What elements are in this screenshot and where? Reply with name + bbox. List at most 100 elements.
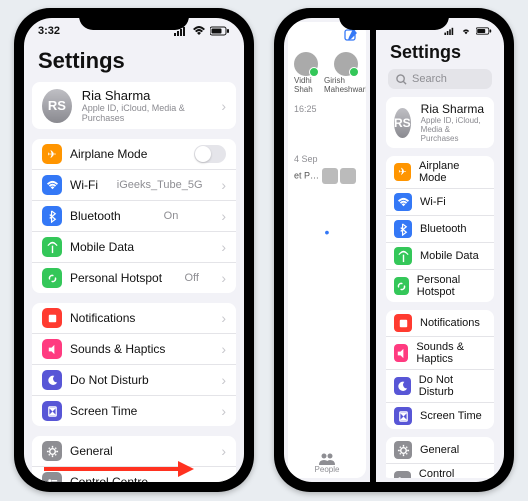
row-label: Mobile Data (70, 240, 134, 254)
settings-row-mobiledata[interactable]: Mobile Data › (32, 232, 236, 263)
tab-people[interactable]: People (315, 453, 340, 474)
screentime-icon (42, 401, 62, 421)
row-label: Wi-Fi (420, 196, 446, 208)
settings-group-general: GeneralControl CentreAADisplay & Brightn… (386, 437, 494, 478)
settings-row-dnd[interactable]: Do Not Disturb› (32, 365, 236, 396)
settings-row-mobiledata[interactable]: Mobile Data (386, 243, 494, 270)
notifications-icon (394, 314, 412, 332)
settings-row-hotspot[interactable]: Personal HotspotOff› (32, 263, 236, 293)
mobiledata-icon (394, 247, 412, 265)
message-snippet: 4 Sep et P… (288, 114, 366, 184)
settings-group-notify: Notifications › Sounds & Haptics›Do Not Di… (32, 303, 236, 426)
screentime-icon (394, 407, 412, 425)
settings-row-controlcentre[interactable]: Control Centre (386, 464, 494, 478)
wifi-status-icon (460, 27, 472, 35)
search-icon (396, 74, 407, 85)
thumbnail (340, 168, 356, 184)
card-gap (370, 18, 376, 482)
settings-group-network: ✈Airplane ModeWi-FiiGeeks_Tube_5G›Blueto… (32, 139, 236, 293)
contact-name: Girish Maheshwari (324, 76, 366, 94)
settings-row-sounds[interactable]: Sounds & Haptics› (32, 334, 236, 365)
settings-row-airplane[interactable]: ✈ Airplane Mode (32, 139, 236, 170)
settings-row-screentime[interactable]: Screen Time › (32, 396, 236, 426)
general-icon (42, 441, 62, 461)
settings-row-notifications[interactable]: Notifications › (32, 303, 236, 334)
hotspot-icon (394, 277, 409, 295)
settings-row-controlcentre[interactable]: Control Centre› (32, 467, 236, 482)
settings-row-wifi[interactable]: Wi-FiiGeeks_Tube_5G› (32, 170, 236, 201)
contact-item[interactable]: Vidhi Shah (294, 52, 318, 94)
settings-row-bluetooth[interactable]: Bluetooth (386, 216, 494, 243)
settings-row-wifi[interactable]: Wi-Fi (386, 189, 494, 216)
sounds-icon (394, 344, 408, 362)
row-label: Sounds & Haptics (416, 341, 486, 365)
settings-group-network: ✈ Airplane Mode Wi-Fi BluetoothMobile Data P… (386, 156, 494, 302)
account-sub: Apple ID, iCloud, Media & Purchases (421, 116, 486, 143)
notch (339, 8, 449, 30)
settings-row-sounds[interactable]: Sounds & Haptics (386, 337, 494, 370)
account-row[interactable]: RS Ria Sharma Apple ID, iCloud, Media & … (32, 82, 236, 129)
contact-name: Vidhi Shah (294, 76, 318, 94)
bluetooth-icon (42, 206, 62, 226)
general-icon (394, 441, 412, 459)
compose-icon[interactable] (344, 28, 358, 45)
chevron-right-icon: › (221, 310, 226, 326)
account-name: Ria Sharma (82, 88, 212, 103)
messages-card[interactable]: Vidhi Shah Girish Maheshwari 16:25 4 Sep… (288, 22, 366, 478)
row-label: Screen Time (420, 410, 482, 422)
battery-icon (476, 27, 492, 35)
row-value: Off (184, 272, 198, 284)
settings-row-dnd[interactable]: Do Not Disturb (386, 370, 494, 403)
search-input[interactable]: Search (388, 69, 492, 89)
chevron-right-icon: › (221, 403, 226, 419)
row-label: Airplane Mode (419, 160, 486, 184)
row-label: Notifications (420, 317, 480, 329)
settings-row-screentime[interactable]: Screen Time (386, 403, 494, 429)
row-label: Airplane Mode (70, 147, 147, 161)
app-switcher-screen: Vidhi Shah Girish Maheshwari 16:25 4 Sep… (284, 18, 504, 482)
message-time: 16:25 (288, 94, 366, 114)
toggle[interactable] (194, 145, 226, 163)
row-label: Bluetooth (70, 209, 121, 223)
settings-row-bluetooth[interactable]: BluetoothOn› (32, 201, 236, 232)
row-label: General (70, 444, 113, 458)
wifi-icon (42, 175, 62, 195)
chevron-right-icon: › (221, 98, 226, 114)
settings-row-airplane[interactable]: ✈ Airplane Mode (386, 156, 494, 189)
row-value: iGeeks_Tube_5G (117, 179, 203, 191)
wifi-status-icon (192, 26, 206, 36)
settings-group-general: General›Control Centre›AADisplay & Brigh… (32, 436, 236, 482)
contact-avatar (334, 52, 358, 76)
dnd-icon (394, 377, 411, 395)
row-label: General (420, 444, 459, 456)
chevron-right-icon: › (221, 372, 226, 388)
airplane-icon: ✈ (42, 144, 62, 164)
chevron-right-icon: › (221, 177, 226, 193)
airplane-icon: ✈ (394, 163, 411, 181)
settings-row-general[interactable]: General› (32, 436, 236, 467)
settings-row-notifications[interactable]: Notifications (386, 310, 494, 337)
contact-avatar (294, 52, 318, 76)
wifi-icon (394, 193, 412, 211)
row-label: Notifications (70, 311, 135, 325)
settings-screen: 3:32 Settings RS Ria Sharma Apple ID, iC… (24, 18, 244, 482)
bluetooth-icon (394, 220, 412, 238)
row-label: Personal Hotspot (417, 274, 486, 298)
settings-row-hotspot[interactable]: Personal Hotspot (386, 270, 494, 302)
page-dot: • (288, 224, 366, 240)
account-row[interactable]: RS Ria Sharma Apple ID, iCloud, Media & … (386, 97, 494, 148)
chevron-right-icon: › (221, 239, 226, 255)
row-label: Do Not Disturb (419, 374, 486, 398)
battery-icon (210, 26, 230, 36)
settings-row-general[interactable]: General (386, 437, 494, 464)
avatar: RS (42, 89, 72, 123)
page-title: Settings (24, 44, 244, 82)
contact-item[interactable]: Girish Maheshwari (324, 52, 366, 94)
account-sub: Apple ID, iCloud, Media & Purchases (82, 103, 212, 123)
mobiledata-icon (42, 237, 62, 257)
settings-card[interactable]: Settings Search RS Ria Sharma Apple ID, … (380, 22, 500, 478)
row-label: Screen Time (70, 404, 137, 418)
chevron-right-icon: › (221, 270, 226, 286)
controlcentre-icon (42, 472, 62, 482)
sounds-icon (42, 339, 62, 359)
